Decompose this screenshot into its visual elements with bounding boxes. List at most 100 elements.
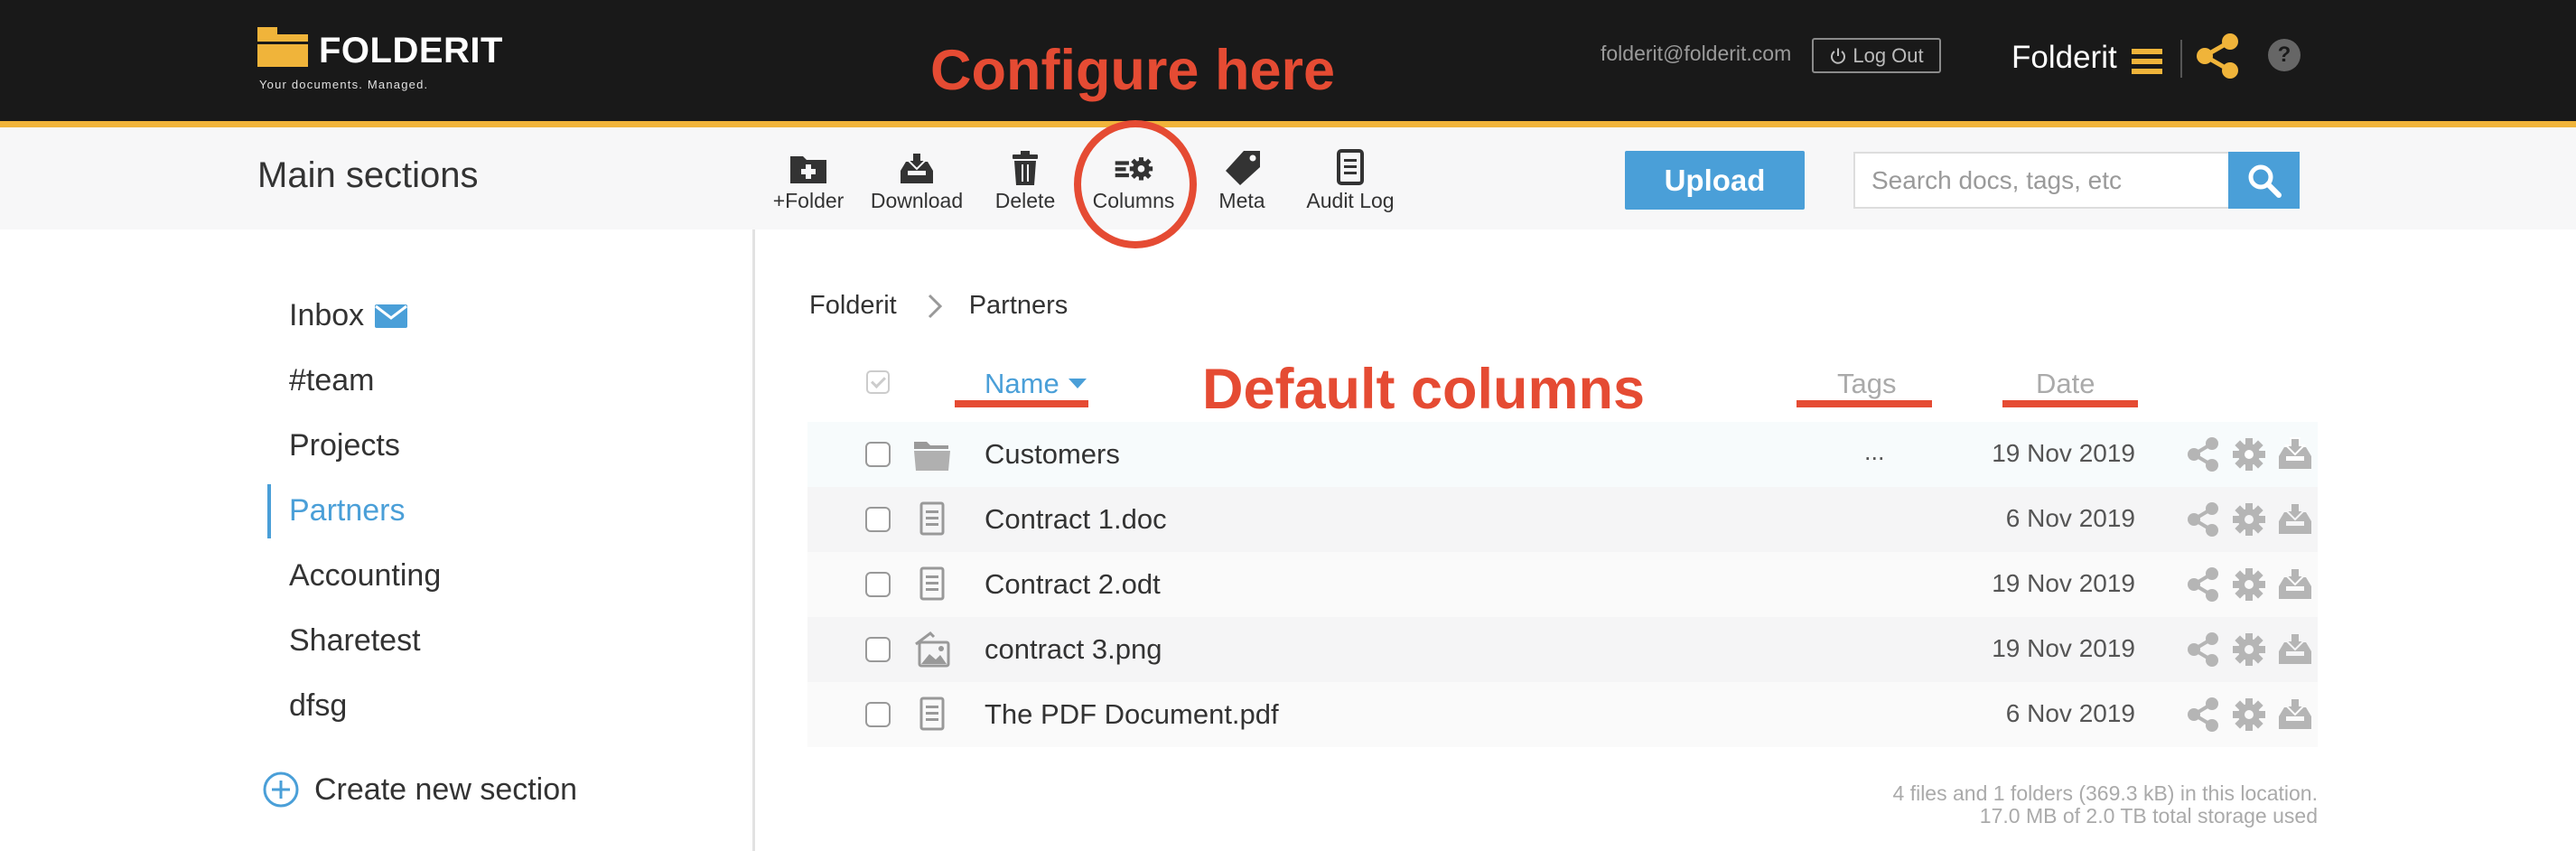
row-checkbox[interactable] bbox=[865, 572, 891, 597]
sidebar-item-label: Projects bbox=[289, 428, 400, 463]
logout-label: Log Out bbox=[1853, 43, 1924, 67]
share-icon[interactable] bbox=[2195, 33, 2240, 79]
table-row[interactable]: Contract 1.doc 6 Nov 2019 bbox=[807, 487, 2318, 552]
meta-button[interactable]: Meta bbox=[1188, 149, 1296, 213]
power-icon bbox=[1831, 48, 1846, 64]
row-date: 6 Nov 2019 bbox=[2005, 504, 2135, 532]
annotation-underline-tags bbox=[1797, 400, 1932, 407]
table-row[interactable]: The PDF Document.pdf 6 Nov 2019 bbox=[807, 682, 2318, 747]
gear-icon[interactable] bbox=[2231, 631, 2267, 668]
create-section-label: Create new section bbox=[314, 772, 578, 807]
plus-circle-icon bbox=[263, 772, 299, 808]
folder-icon bbox=[914, 442, 950, 471]
row-name[interactable]: Contract 1.doc bbox=[985, 503, 1167, 536]
annotation-configure-here: Configure here bbox=[930, 39, 1336, 102]
logout-button[interactable]: Log Out bbox=[1812, 38, 1941, 73]
envelope-icon bbox=[375, 304, 408, 328]
sidebar-item-partners[interactable]: Partners bbox=[289, 493, 406, 528]
column-header-tags[interactable]: Tags bbox=[1837, 368, 1896, 400]
document-icon bbox=[919, 697, 945, 731]
gear-icon[interactable] bbox=[2231, 501, 2267, 538]
breadcrumb-root[interactable]: Folderit bbox=[809, 291, 897, 321]
row-name[interactable]: Customers bbox=[985, 438, 1120, 471]
sidebar-item-label: #team bbox=[289, 363, 375, 397]
sidebar-item-projects[interactable]: Projects bbox=[289, 428, 400, 463]
sidebar-active-marker bbox=[267, 484, 271, 538]
upload-button[interactable]: Upload bbox=[1625, 151, 1805, 210]
delete-label: Delete bbox=[994, 189, 1056, 212]
row-checkbox[interactable] bbox=[865, 702, 891, 727]
storage-info: 4 files and 1 folders (369.3 kB) in this… bbox=[1893, 782, 2318, 828]
column-header-name[interactable]: Name bbox=[985, 368, 1087, 400]
row-name[interactable]: contract 3.png bbox=[985, 633, 1162, 666]
delete-button[interactable]: Delete bbox=[971, 149, 1079, 213]
row-name[interactable]: Contract 2.odt bbox=[985, 568, 1161, 601]
sidebar-item-label: Sharetest bbox=[289, 623, 421, 658]
share-icon[interactable] bbox=[2186, 436, 2220, 472]
logo-wordmark: FOLDERIT bbox=[319, 31, 503, 70]
row-checkbox[interactable] bbox=[865, 637, 891, 662]
account-name[interactable]: Folderit bbox=[2011, 40, 2117, 76]
table-row[interactable]: contract 3.png 19 Nov 2019 bbox=[807, 617, 2318, 682]
share-icon[interactable] bbox=[2186, 697, 2220, 733]
help-icon[interactable]: ? bbox=[2268, 39, 2301, 71]
share-icon[interactable] bbox=[2186, 501, 2220, 538]
row-checkbox[interactable] bbox=[865, 507, 891, 532]
new-folder-label: +Folder bbox=[772, 189, 845, 212]
table-row[interactable]: Customers ... 19 Nov 2019 bbox=[807, 422, 2318, 487]
chevron-right-icon bbox=[928, 294, 942, 318]
meta-label: Meta bbox=[1218, 189, 1265, 212]
download-icon[interactable] bbox=[2276, 501, 2314, 538]
logo-folder-icon bbox=[257, 27, 308, 67]
logo-tagline: Your documents. Managed. bbox=[259, 78, 429, 91]
gear-icon[interactable] bbox=[2231, 566, 2267, 603]
header-divider bbox=[2180, 40, 2182, 78]
sidebar-item-dfsg[interactable]: dfsg bbox=[289, 688, 347, 724]
hamburger-menu-icon[interactable] bbox=[2132, 49, 2162, 74]
breadcrumb: Folderit Partners bbox=[809, 291, 1068, 321]
sidebar-item-sharetest[interactable]: Sharetest bbox=[289, 623, 421, 659]
row-name[interactable]: The PDF Document.pdf bbox=[985, 698, 1279, 731]
annotation-columns-circle bbox=[1074, 120, 1197, 248]
create-section-button[interactable]: Create new section bbox=[262, 771, 577, 809]
clipboard-icon bbox=[1337, 149, 1364, 185]
row-date: 19 Nov 2019 bbox=[1992, 569, 2135, 597]
column-header-date[interactable]: Date bbox=[2036, 368, 2095, 400]
share-icon[interactable] bbox=[2186, 566, 2220, 603]
gear-icon[interactable] bbox=[2231, 436, 2267, 472]
download-icon[interactable] bbox=[2276, 697, 2314, 733]
sidebar-item-team[interactable]: #team bbox=[289, 363, 375, 398]
download-icon[interactable] bbox=[2276, 566, 2314, 603]
audit-log-button[interactable]: Audit Log bbox=[1296, 149, 1405, 213]
trash-icon bbox=[1013, 151, 1038, 185]
gear-icon[interactable] bbox=[2231, 697, 2267, 733]
sidebar-item-label: Accounting bbox=[289, 558, 442, 593]
annotation-underline-name bbox=[955, 400, 1088, 407]
row-date: 19 Nov 2019 bbox=[1992, 634, 2135, 662]
audit-log-label: Audit Log bbox=[1306, 189, 1395, 212]
download-icon[interactable] bbox=[2276, 436, 2314, 472]
breadcrumb-current: Partners bbox=[968, 291, 1069, 320]
search-input[interactable] bbox=[1853, 152, 2229, 209]
image-file-icon bbox=[915, 631, 950, 668]
user-email: folderit@folderit.com bbox=[1601, 42, 1792, 65]
sidebar-divider bbox=[752, 229, 755, 851]
table-row[interactable]: Contract 2.odt 19 Nov 2019 bbox=[807, 552, 2318, 617]
sort-down-icon bbox=[1068, 379, 1087, 388]
search-button[interactable] bbox=[2228, 152, 2300, 209]
sidebar-item-inbox[interactable]: Inbox bbox=[289, 298, 408, 333]
share-icon[interactable] bbox=[2186, 631, 2220, 668]
download-label: Download bbox=[870, 189, 964, 212]
row-checkbox[interactable] bbox=[865, 442, 891, 467]
toolbar: Main sections +Folder Download Delete Co… bbox=[0, 127, 2576, 229]
annotation-default-columns: Default columns bbox=[1202, 358, 1646, 421]
row-date: 19 Nov 2019 bbox=[1992, 439, 2135, 467]
annotation-underline-date bbox=[2002, 400, 2138, 407]
download-icon[interactable] bbox=[2276, 631, 2314, 668]
sidebar-item-label: dfsg bbox=[289, 688, 348, 723]
download-button[interactable]: Download bbox=[863, 149, 971, 213]
select-all-checkbox[interactable] bbox=[866, 370, 890, 394]
folder-plus-icon bbox=[790, 156, 826, 183]
new-folder-button[interactable]: +Folder bbox=[754, 149, 863, 213]
sidebar-item-accounting[interactable]: Accounting bbox=[289, 558, 441, 594]
